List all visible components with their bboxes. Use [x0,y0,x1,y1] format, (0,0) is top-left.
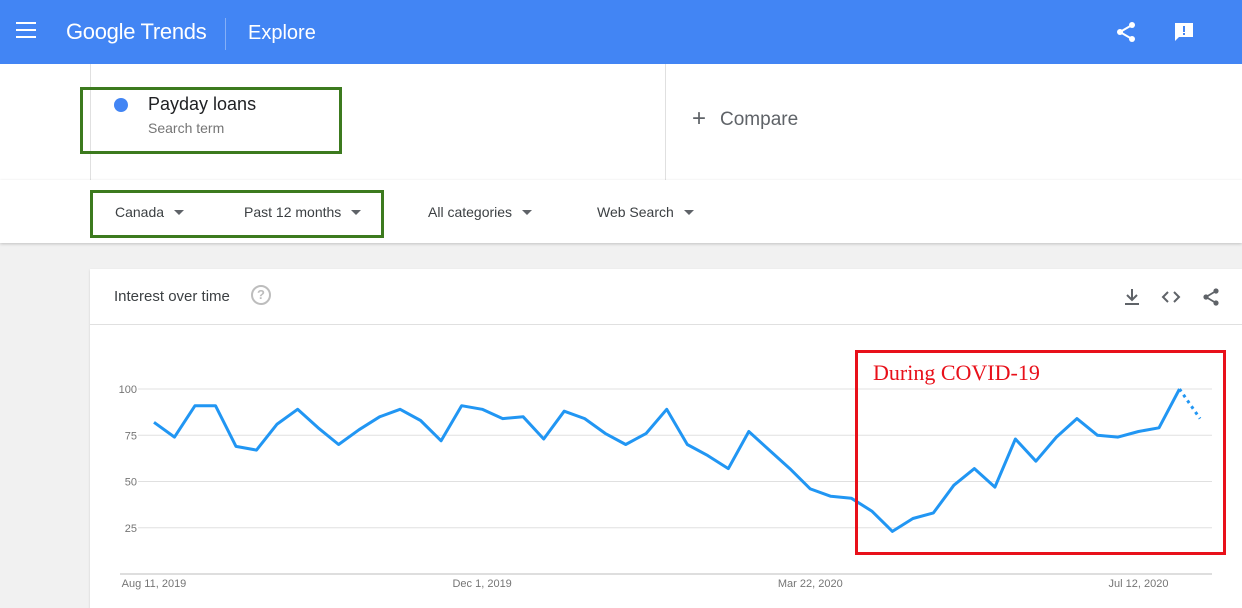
data-point[interactable] [727,467,730,470]
chevron-down-icon [351,209,362,215]
x-tick-label: Jul 12, 2020 [1109,578,1169,590]
data-point[interactable] [481,408,484,411]
feedback-icon[interactable] [1172,20,1196,44]
data-point[interactable] [173,436,176,439]
data-point[interactable] [378,415,381,418]
search-term-row: Payday loans Search term + Compare [0,64,1242,181]
category-dropdown[interactable]: All categories [428,204,533,220]
data-point[interactable] [419,419,422,422]
data-point[interactable] [276,423,279,426]
data-point[interactable] [296,408,299,411]
data-point[interactable] [255,449,258,452]
term-mid-border [665,64,666,180]
data-point[interactable] [358,428,361,431]
data-point[interactable] [686,443,689,446]
app-logo[interactable]: Google Trends [66,19,207,45]
data-point[interactable] [665,408,668,411]
header-divider [225,18,226,50]
covid-annotation: During COVID-19 [873,360,1040,385]
page-title: Explore [248,22,316,44]
interest-over-time-card: Interest over time ? 100 75 50 25 Aug 11, 20… [90,269,1242,608]
data-point[interactable] [604,432,607,435]
y-tick-label: 50 [125,477,137,489]
x-tick-label: Dec 1, 2019 [452,578,511,590]
data-point[interactable] [214,404,217,407]
data-point[interactable] [399,408,402,411]
data-point[interactable] [850,497,853,500]
data-point[interactable] [317,426,320,429]
plus-icon: + [692,105,707,132]
chevron-down-icon [174,209,185,215]
data-point[interactable] [194,404,197,407]
data-point[interactable] [542,437,545,440]
x-tick-label: Aug 11, 2019 [122,578,187,590]
chevron-down-icon [522,209,533,215]
data-point[interactable] [501,417,504,420]
data-point[interactable] [624,443,627,446]
data-point[interactable] [829,495,832,498]
compare-label: Compare [720,109,799,130]
menu-icon[interactable] [16,22,36,40]
time-range-dropdown[interactable]: Past 12 months [244,204,362,220]
data-point[interactable] [235,445,238,448]
search-term-type: Search term [148,120,225,136]
data-point[interactable] [522,415,525,418]
region-dropdown[interactable]: Canada [115,204,185,220]
x-tick-label: Mar 22, 2020 [778,578,843,590]
data-point[interactable] [440,439,443,442]
data-point[interactable] [337,443,340,446]
region-label: Canada [115,204,165,220]
data-point[interactable] [563,410,566,413]
search-type-dropdown[interactable]: Web Search [597,204,694,220]
search-type-label: Web Search [597,204,674,220]
data-point[interactable] [153,421,156,424]
y-tick-label: 100 [119,384,137,396]
data-point[interactable] [583,417,586,420]
search-term-name[interactable]: Payday loans [148,94,256,115]
data-point[interactable] [747,430,750,433]
search-term-color-dot [114,98,128,112]
data-point[interactable] [460,404,463,407]
data-point[interactable] [645,432,648,435]
data-point[interactable] [809,487,812,490]
share-icon[interactable] [1114,20,1138,44]
chevron-down-icon [683,209,694,215]
data-point[interactable] [768,449,771,452]
compare-button[interactable]: + Compare [692,104,798,132]
time-range-label: Past 12 months [244,204,342,220]
top-app-bar: Google Trends Explore [0,0,1242,64]
filter-row: Canada Past 12 months All categories Web… [0,180,1242,243]
category-label: All categories [428,204,513,220]
data-point[interactable] [788,467,791,470]
y-tick-label: 75 [125,430,137,442]
y-tick-label: 25 [125,523,137,535]
data-point[interactable] [706,454,709,457]
